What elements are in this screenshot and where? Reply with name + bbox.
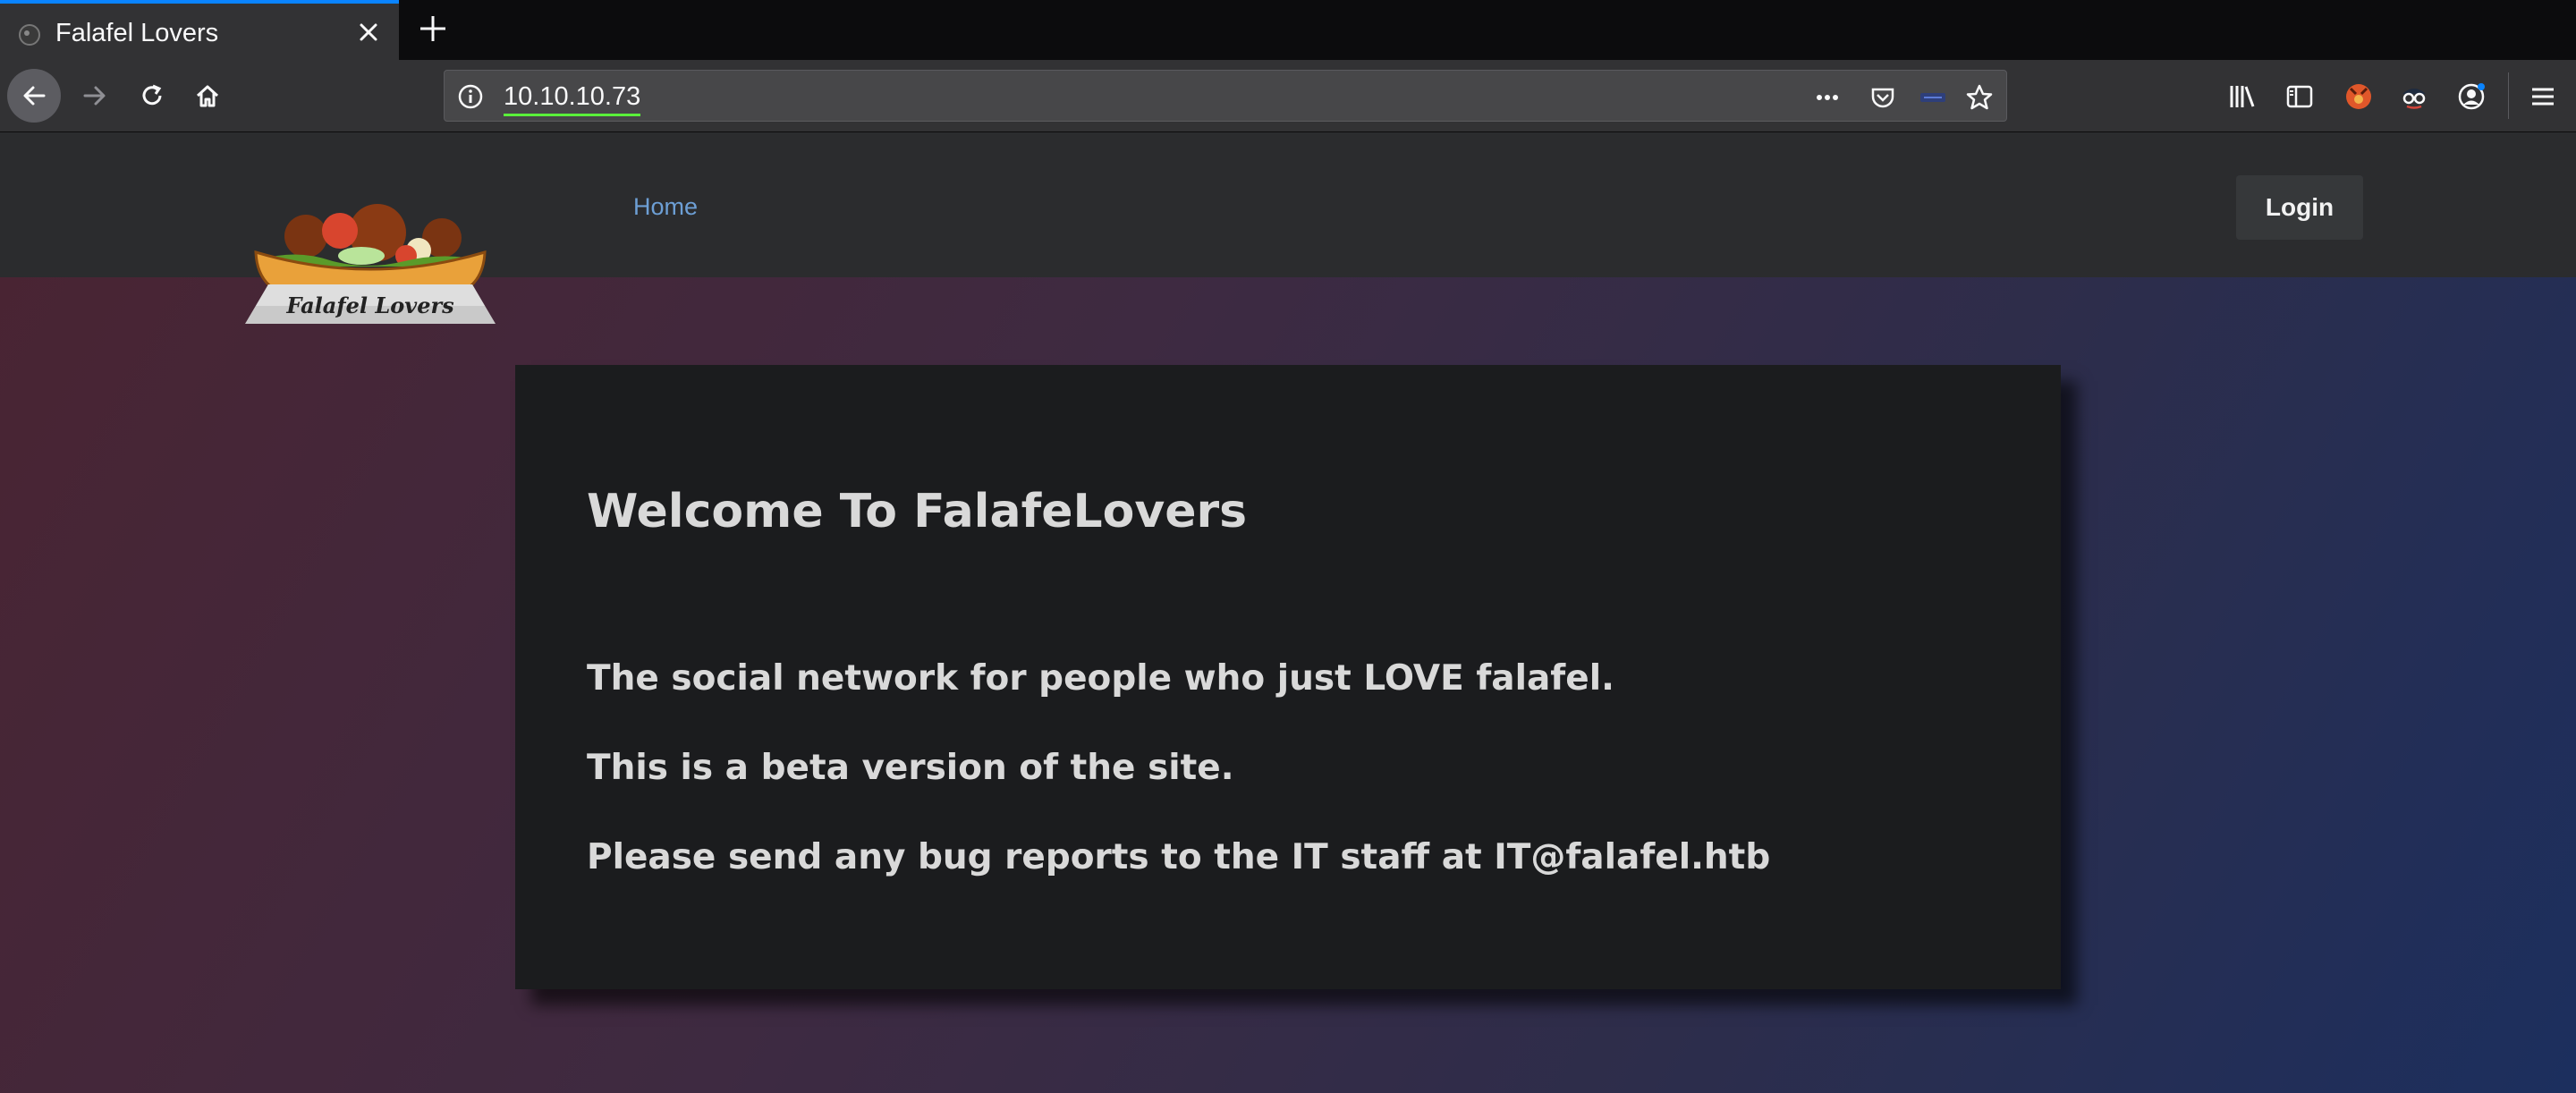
close-tab-icon[interactable]: [356, 20, 381, 45]
foxyproxy-extension-icon[interactable]: [2343, 81, 2374, 112]
forward-arrow-icon: [83, 86, 106, 106]
url-text[interactable]: 10.10.10.73: [504, 80, 641, 116]
falafel-lovers-logo[interactable]: Falafel Lovers: [243, 181, 497, 324]
nav-home-link[interactable]: Home: [633, 191, 698, 222]
library-icon[interactable]: [2227, 81, 2258, 112]
browser-tab[interactable]: Falafel Lovers: [0, 0, 399, 60]
pocket-icon[interactable]: [1868, 83, 1897, 112]
welcome-title: Welcome To FalafeLovers: [587, 485, 1248, 538]
url-bar[interactable]: 10.10.10.73: [444, 70, 2007, 122]
back-button[interactable]: [7, 69, 61, 123]
home-icon: [196, 85, 219, 107]
reload-icon: [142, 84, 162, 106]
extension-badge-icon[interactable]: [1919, 83, 1947, 112]
forward-button[interactable]: [68, 69, 122, 123]
account-icon[interactable]: [2456, 81, 2487, 112]
sidebar-icon[interactable]: [2284, 81, 2315, 112]
toolbar-separator: [2508, 72, 2509, 119]
bookmark-star-icon[interactable]: [1965, 83, 1994, 112]
back-arrow-icon: [23, 86, 46, 106]
tab-title: Falafel Lovers: [55, 19, 219, 47]
site-info-icon[interactable]: [457, 83, 484, 110]
menu-icon[interactable]: [2528, 81, 2558, 112]
intro-line: The social network for people who just L…: [587, 658, 1614, 699]
home-button[interactable]: [181, 69, 234, 123]
beta-notice-line: This is a beta version of the site.: [587, 748, 1234, 788]
reload-button[interactable]: [125, 69, 179, 123]
page-actions-icon[interactable]: [1813, 83, 1842, 112]
site-favicon-icon: [19, 24, 40, 46]
welcome-card: Welcome To FalafeLovers The social netwo…: [515, 365, 2061, 989]
bug-report-line: Please send any bug reports to the IT st…: [587, 837, 1771, 877]
browser-toolbar: 10.10.10.73: [0, 60, 2576, 132]
web-page: Falafel Lovers Home Login Welcome To Fal…: [0, 132, 2576, 1093]
wappalyzer-extension-icon[interactable]: [2399, 81, 2429, 112]
site-header: Falafel Lovers Home Login: [0, 132, 2576, 324]
login-button[interactable]: Login: [2236, 175, 2363, 240]
logo-text: Falafel Lovers: [285, 292, 454, 318]
tab-strip: Falafel Lovers: [0, 0, 2576, 60]
new-tab-icon[interactable]: [417, 13, 449, 45]
